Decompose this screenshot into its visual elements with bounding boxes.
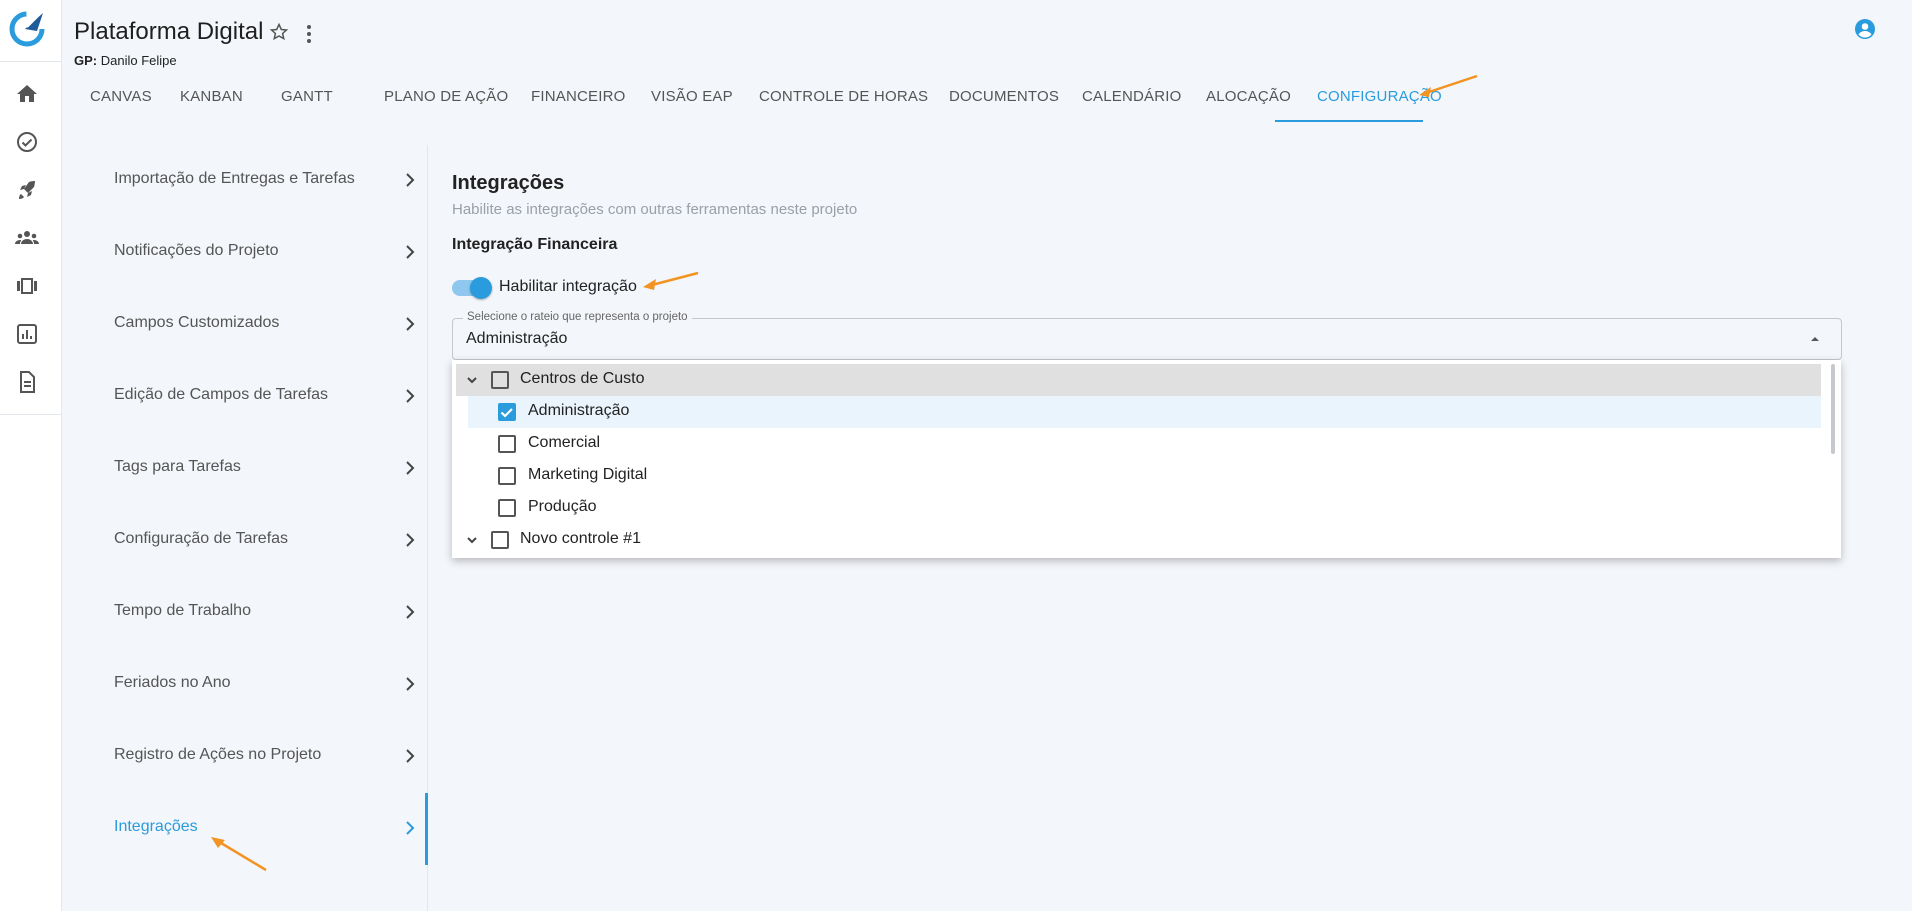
tree-item-marketing-digital[interactable]: Marketing Digital	[468, 460, 1821, 492]
active-tab-indicator	[1275, 120, 1423, 122]
tab-kanban[interactable]: KANBAN	[180, 80, 276, 121]
chevron-down-icon[interactable]	[464, 532, 480, 548]
chevron-right-icon	[406, 749, 415, 763]
tree-item-label: Administração	[528, 402, 630, 419]
tree-item-producao[interactable]: Produção	[468, 492, 1821, 524]
tab-gantt[interactable]: GANTT	[281, 80, 384, 121]
chart-icon[interactable]	[15, 322, 39, 346]
settings-item-feriados[interactable]: Feriados no Ano	[114, 664, 415, 704]
checkbox[interactable]	[491, 531, 509, 549]
tree-item-label: Produção	[528, 498, 597, 515]
project-tabs: CANVAS KANBAN GANTT PLANO DE AÇÃO FINANC…	[74, 80, 1467, 122]
financial-integration-title: Integração Financeira	[452, 236, 618, 253]
annotation-arrow-icon	[643, 271, 699, 290]
tab-canvas[interactable]: CANVAS	[90, 80, 180, 121]
chevron-right-icon	[406, 533, 415, 547]
people-icon[interactable]	[15, 226, 39, 250]
chevron-right-icon	[406, 317, 415, 331]
checkbox-checked[interactable]	[498, 403, 516, 421]
settings-item-tempo-trabalho[interactable]: Tempo de Trabalho	[114, 592, 415, 632]
home-icon[interactable]	[15, 82, 39, 106]
checkbox[interactable]	[498, 467, 516, 485]
chevron-right-icon	[406, 245, 415, 259]
document-icon[interactable]	[15, 370, 39, 394]
settings-item-edicao-campos[interactable]: Edição de Campos de Tarefas	[114, 376, 415, 416]
tree-item-label: Marketing Digital	[528, 466, 648, 483]
active-menu-indicator	[425, 793, 428, 865]
tab-financeiro[interactable]: FINANCEIRO	[531, 80, 651, 121]
check-circle-icon[interactable]	[15, 130, 39, 154]
chevron-down-icon[interactable]	[464, 372, 480, 388]
chevron-right-icon	[406, 821, 415, 835]
rocket-logo-icon[interactable]	[7, 5, 51, 49]
checkbox[interactable]	[498, 499, 516, 517]
settings-item-configuracao-tarefas[interactable]: Configuração de Tarefas	[114, 520, 415, 560]
rateio-dropdown: Centros de Custo Administração Comercial…	[452, 360, 1841, 558]
settings-item-notificacoes[interactable]: Notificações do Projeto	[114, 232, 415, 272]
enable-integration-toggle[interactable]	[452, 277, 492, 299]
more-vert-icon[interactable]	[299, 22, 319, 46]
left-rail	[0, 0, 62, 911]
caret-up-icon[interactable]	[1808, 332, 1822, 346]
settings-item-registro-acoes[interactable]: Registro de Ações no Projeto	[114, 736, 415, 776]
rocket-icon[interactable]	[15, 178, 39, 202]
tab-controle-de-horas[interactable]: CONTROLE DE HORAS	[759, 80, 949, 121]
tree-item-administracao[interactable]: Administração	[468, 396, 1821, 428]
enable-integration-label: Habilitar integração	[499, 278, 637, 295]
dropdown-scrollbar[interactable]	[1831, 364, 1835, 454]
carousel-icon[interactable]	[15, 274, 39, 298]
tab-plano-de-acao[interactable]: PLANO DE AÇÃO	[384, 80, 531, 121]
tab-documentos[interactable]: DOCUMENTOS	[949, 80, 1082, 121]
rateio-select-value: Administração	[466, 330, 568, 347]
toggle-knob	[470, 277, 492, 299]
settings-item-campos-customizados[interactable]: Campos Customizados	[114, 304, 415, 344]
chevron-right-icon	[406, 173, 415, 187]
tree-group-label: Centros de Custo	[520, 370, 645, 387]
tab-alocacao[interactable]: ALOCAÇÃO	[1206, 80, 1317, 121]
project-title: Plataforma Digital	[74, 18, 264, 45]
chevron-right-icon	[406, 389, 415, 403]
rateio-select-label: Selecione o rateio que representa o proj…	[463, 311, 692, 323]
chevron-right-icon	[406, 605, 415, 619]
chevron-right-icon	[406, 461, 415, 475]
annotation-arrow-icon	[211, 837, 267, 872]
tree-group-label: Novo controle #1	[520, 530, 641, 547]
star-icon[interactable]	[269, 22, 289, 42]
project-manager: GP: Danilo Felipe	[74, 53, 177, 68]
tab-visao-eap[interactable]: VISÃO EAP	[651, 80, 759, 121]
settings-item-importacao[interactable]: Importação de Entregas e Tarefas	[114, 160, 415, 200]
checkbox[interactable]	[498, 435, 516, 453]
integrations-subtitle: Habilite as integrações com outras ferra…	[452, 201, 858, 218]
checkbox[interactable]	[491, 371, 509, 389]
tab-calendario[interactable]: CALENDÁRIO	[1082, 80, 1206, 121]
chevron-right-icon	[406, 677, 415, 691]
tree-group-novo-controle[interactable]: Novo controle #1	[456, 524, 1821, 556]
tree-item-label: Comercial	[528, 434, 601, 451]
check-icon	[500, 408, 513, 418]
rateio-select[interactable]	[452, 318, 1842, 360]
tree-group-centros-de-custo[interactable]: Centros de Custo	[456, 364, 1821, 396]
integrations-title: Integrações	[452, 172, 565, 194]
account-icon[interactable]	[1853, 17, 1877, 41]
annotation-arrow-icon	[1419, 74, 1478, 97]
tree-item-comercial[interactable]: Comercial	[468, 428, 1821, 460]
settings-item-tags[interactable]: Tags para Tarefas	[114, 448, 415, 488]
